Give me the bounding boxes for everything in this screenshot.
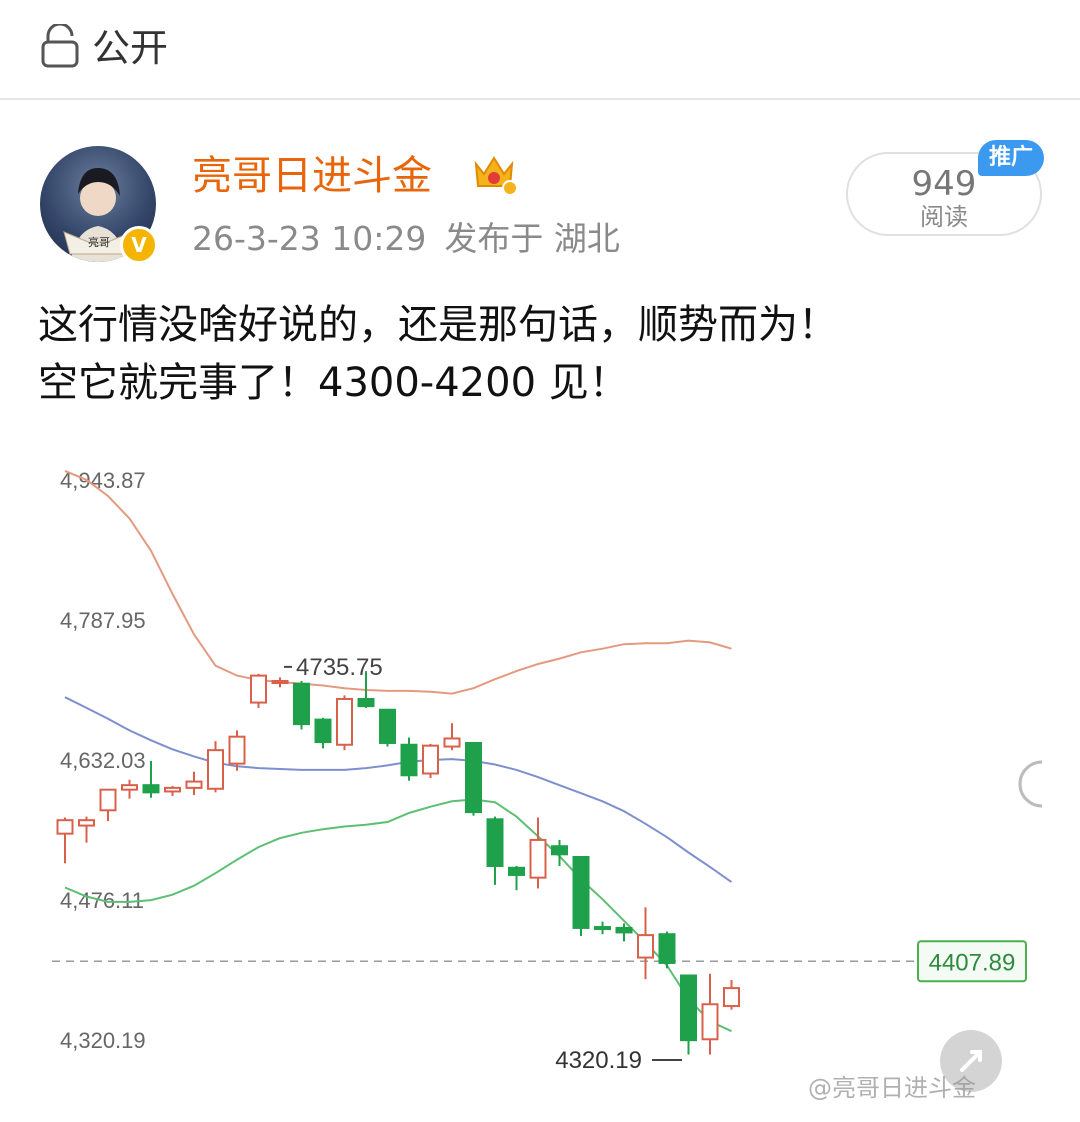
candle-body (250, 674, 267, 704)
candle-body (99, 788, 117, 812)
avatar-fan-text: 亮哥 (88, 235, 110, 249)
side-arc-icon (1018, 760, 1043, 808)
candle-body (723, 987, 740, 1008)
post-meta: 26-3-23 10:29 发布于 湖北 (192, 214, 620, 264)
candle-body (379, 708, 396, 744)
bollinger-upper-line (64, 469, 732, 695)
candlestick-chart[interactable]: 4,943.87 4,787.95 4,632.03 4,476.11 4,320.19… (0, 416, 1080, 1122)
candle-body (142, 784, 160, 794)
y-tick-label: 4,787.95 (60, 608, 146, 633)
watermark: @亮哥日进斗金 (808, 1074, 976, 1102)
candle-body (572, 855, 590, 929)
crown-vip-icon (474, 156, 518, 196)
candle-body (486, 818, 504, 867)
lock-open-icon (41, 24, 79, 68)
y-tick-label: 4,943.87 (60, 468, 146, 493)
y-tick-label: 4,320.19 (60, 1028, 146, 1053)
post-body: 这行情没啥好说的，还是那句话，顺势而为！ 空它就完事了！4300-4200 见！ (38, 296, 1048, 412)
candle-body (594, 926, 611, 931)
candle-body (121, 784, 138, 791)
chart-svg: 4,943.874,787.954,632.034,476.114,320.19… (52, 468, 1027, 1074)
post-text-line: 空它就完事了！4300-4200 见！ (38, 360, 629, 406)
candle-body (508, 866, 525, 876)
candle-body (443, 737, 461, 748)
candle-body (529, 838, 547, 879)
candle-body (185, 780, 203, 789)
candle-body (207, 749, 224, 790)
candle-body (228, 735, 246, 765)
visibility-label: 公开 (92, 26, 169, 70)
candle-body (701, 1003, 719, 1041)
post-text-line: 这行情没啥好说的，还是那句话，顺势而为！ (38, 302, 838, 348)
candle-body (314, 718, 332, 744)
post-datetime: 26-3-23 10:29 (192, 219, 427, 258)
candle-body (551, 845, 568, 856)
high-price-label: 4735.75 (296, 654, 383, 681)
bollinger-lower-line (64, 798, 732, 1033)
candle-body (78, 819, 95, 827)
candle-body (271, 680, 289, 685)
candle-body (422, 744, 439, 775)
candle-body (637, 934, 654, 959)
low-price-label: 4320.19 (555, 1047, 642, 1074)
post-location: 发布于 湖北 (444, 219, 620, 258)
candle-body (658, 933, 676, 964)
candle-body (615, 926, 633, 934)
visibility-bar[interactable]: 公开 (0, 0, 1080, 100)
y-tick-label: 4,632.03 (60, 748, 146, 773)
candle-body (164, 786, 181, 793)
promo-tag[interactable]: 推广 (978, 140, 1044, 176)
candle-body (357, 697, 375, 708)
verified-badge-icon: V (120, 226, 158, 264)
current-price-tag-label: 4407.89 (929, 949, 1016, 976)
candle-body (400, 743, 418, 777)
candle-body (465, 741, 482, 814)
author-name[interactable]: 亮哥日进斗金 (192, 148, 432, 204)
candle-body (293, 682, 310, 726)
candle-body (56, 819, 74, 835)
candle-body (680, 974, 697, 1042)
candle-body (336, 697, 353, 746)
reads-label: 阅读 (920, 203, 968, 231)
